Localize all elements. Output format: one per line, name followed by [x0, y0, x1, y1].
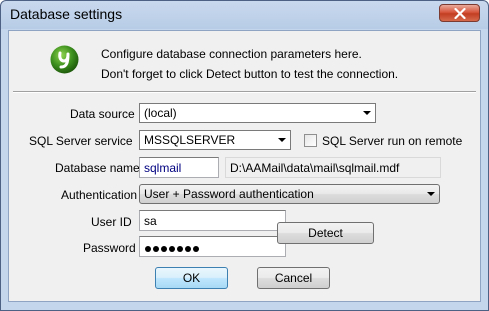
- password-label: Password: [83, 241, 136, 255]
- remote-checkbox[interactable]: [304, 134, 317, 147]
- data-source-combo[interactable]: (local): [139, 103, 376, 123]
- user-id-label: User ID: [91, 215, 132, 229]
- green-app-logo-icon: [50, 45, 79, 74]
- authentication-combo[interactable]: User + Password authentication: [139, 184, 440, 204]
- info-panel: Configure database connection parameters…: [10, 32, 479, 86]
- password-input[interactable]: [139, 236, 286, 257]
- database-name-label: Database name: [55, 161, 140, 175]
- title-bar[interactable]: Database settings: [1, 1, 488, 29]
- password-dot: [177, 245, 183, 252]
- chevron-down-icon[interactable]: [363, 111, 371, 115]
- database-path-field: D:\AAMail\data\mail\sqlmail.mdf: [225, 157, 441, 178]
- database-name-input[interactable]: sqlmail: [139, 157, 219, 178]
- password-dot: [145, 245, 151, 252]
- user-id-value: sa: [144, 214, 157, 228]
- data-source-value: (local): [144, 106, 177, 120]
- password-dot: [153, 245, 159, 252]
- dialog-window: Database settings Configure database con…: [0, 0, 489, 311]
- password-dot: [169, 245, 175, 252]
- password-mask: [145, 241, 201, 255]
- close-button[interactable]: [439, 4, 480, 22]
- cancel-button[interactable]: Cancel: [257, 267, 330, 289]
- detect-button[interactable]: Detect: [277, 222, 374, 244]
- close-icon: [454, 8, 466, 19]
- dialog-body: Configure database connection parameters…: [8, 30, 481, 302]
- window-title: Database settings: [10, 6, 123, 22]
- info-line-1: Configure database connection parameters…: [101, 47, 362, 61]
- chevron-down-icon[interactable]: [278, 138, 286, 142]
- user-id-input[interactable]: sa: [139, 210, 286, 231]
- authentication-label: Authentication: [61, 188, 138, 202]
- database-name-value: sqlmail: [144, 161, 182, 175]
- password-dot: [193, 245, 199, 252]
- divider: [13, 91, 476, 93]
- chevron-down-icon[interactable]: [427, 192, 435, 196]
- sql-server-service-label: SQL Server service: [29, 134, 133, 148]
- sql-server-service-combo[interactable]: MSSQLSERVER: [139, 130, 291, 150]
- remote-checkbox-label[interactable]: SQL Server run on remote: [322, 134, 462, 148]
- sql-server-service-value: MSSQLSERVER: [144, 133, 236, 147]
- info-line-2: Don't forget to click Detect button to t…: [101, 67, 399, 81]
- data-source-label: Data source: [70, 107, 135, 121]
- database-path-value: D:\AAMail\data\mail\sqlmail.mdf: [230, 161, 400, 175]
- password-dot: [185, 245, 191, 252]
- authentication-value: User + Password authentication: [144, 187, 314, 201]
- password-dot: [161, 245, 167, 252]
- ok-button[interactable]: OK: [155, 267, 228, 289]
